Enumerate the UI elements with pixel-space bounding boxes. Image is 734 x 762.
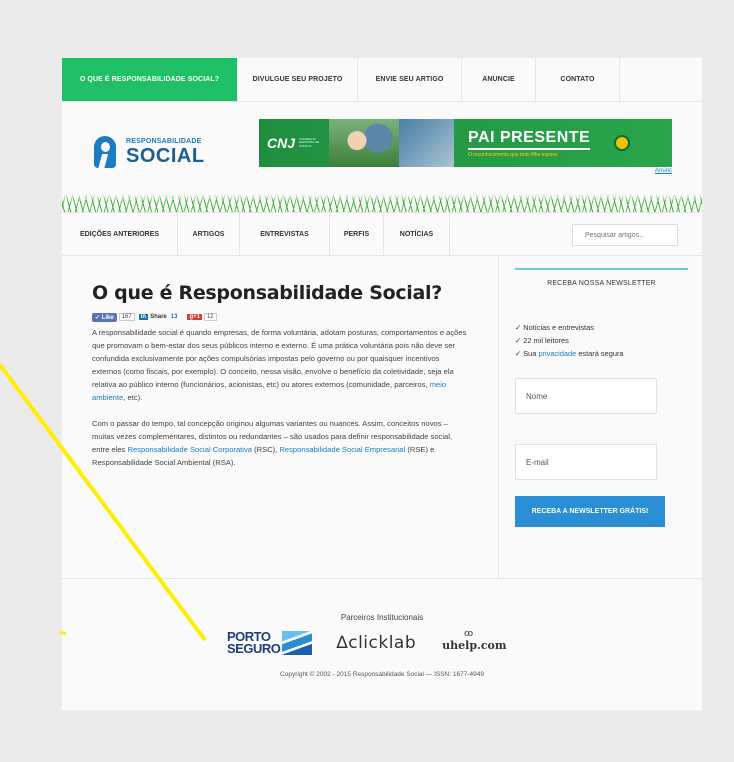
- logo-r-icon: [92, 132, 120, 172]
- like-count: 167: [118, 313, 135, 321]
- banner-brand: CNJ: [267, 135, 296, 151]
- facebook-like-button[interactable]: ✓ Like: [92, 312, 117, 322]
- uhelp-eyes-icon: ꝏ: [464, 628, 474, 639]
- benefit-item: ✓ Notícias e entrevistas: [515, 323, 594, 332]
- banner-photo: [329, 119, 400, 167]
- email-field[interactable]: E-mail: [515, 444, 657, 480]
- subnav-item-perfis[interactable]: PERFIS: [330, 213, 384, 255]
- subnav-item-entrevistas[interactable]: ENTREVISTAS: [240, 213, 330, 255]
- social-buttons: ✓ Like 167 in Share 13 g+1 12: [92, 312, 468, 322]
- partner-logos: PORTO SEGURO ∆clicklab ꝏ uhelp.com: [227, 629, 507, 655]
- article: O que é Responsabilidade Social? ✓ Like …: [62, 256, 499, 578]
- nav-item-anuncie[interactable]: ANUNCIE: [462, 58, 536, 101]
- newsletter-box: RECEBA NOSSA NEWSLETTER ✓ Notícias e ent…: [515, 268, 688, 527]
- sidebar: RECEBA NOSSA NEWSLETTER ✓ Notícias e ent…: [499, 256, 702, 578]
- nav-item-contato[interactable]: CONTATO: [536, 58, 620, 101]
- copyright: Copyright © 2002 - 2015 Responsabilidade…: [280, 671, 484, 678]
- content-area: O que é Responsabilidade Social? ✓ Like …: [62, 256, 702, 578]
- nav-item-envie[interactable]: ENVIE SEU ARTIGO: [358, 58, 462, 101]
- top-navigation: O QUE É RESPONSABILIDADE SOCIAL? DIVULGU…: [62, 58, 702, 102]
- site-logo[interactable]: RESPONSABILIDADE SOCIAL: [92, 132, 205, 172]
- ad-banner[interactable]: CNJ CONSELHO NACIONAL DE JUSTIÇA PAI PRE…: [259, 119, 672, 167]
- banner-title: PAI PRESENTE: [468, 129, 591, 150]
- uhelp-logo[interactable]: ꝏ uhelp.com: [442, 629, 506, 652]
- rse-link[interactable]: Responsabilidade Social Empresarial: [279, 445, 405, 454]
- partners-title: Parceiros Institucionais: [340, 613, 424, 622]
- brazil-seal-icon: [614, 135, 631, 151]
- name-field[interactable]: Nome: [515, 378, 657, 414]
- privacy-link[interactable]: privacidade: [538, 349, 576, 358]
- banner-subtitle: O reconhecimento que todo filho espera.: [468, 151, 559, 158]
- benefit-item-privacy: ✓ Sua privacidade estará segura: [515, 349, 624, 358]
- logo-line2: SOCIAL: [126, 145, 205, 167]
- article-paragraph-1: A responsabilidade social é quando empre…: [92, 328, 467, 402]
- nav-item-what-is[interactable]: O QUE É RESPONSABILIDADE SOCIAL?: [62, 58, 238, 101]
- article-paragraph-2: Com o passar do tempo, tal concepção ori…: [92, 419, 453, 467]
- linkedin-icon[interactable]: in: [138, 314, 149, 320]
- footer: Parceiros Institucionais PORTO SEGURO ∆cl…: [62, 578, 702, 708]
- newsletter-benefits: ✓ Notícias e entrevistas ✓ 22 mil leitor…: [515, 321, 688, 360]
- article-title: O que é Responsabilidade Social?: [92, 282, 442, 304]
- sub-navigation: EDIÇÕES ANTERIORES ARTIGOS ENTREVISTAS P…: [62, 212, 702, 256]
- porto-seguro-logo[interactable]: PORTO SEGURO: [227, 630, 313, 655]
- subnav-item-edicoes[interactable]: EDIÇÕES ANTERIORES: [62, 213, 178, 255]
- subnav-item-artigos[interactable]: ARTIGOS: [178, 213, 240, 255]
- logo-line1: RESPONSABILIDADE: [126, 138, 202, 145]
- benefit-item: ✓ 22 mil leitores: [515, 336, 569, 345]
- grass-decoration: [62, 194, 702, 212]
- banner-photo-2: [399, 119, 455, 167]
- clicklab-logo[interactable]: ∆clicklab: [336, 633, 416, 653]
- newsletter-title: RECEBA NOSSA NEWSLETTER: [547, 280, 656, 287]
- site-header: RESPONSABILIDADE SOCIAL CNJ CONSELHO NAC…: [62, 102, 702, 212]
- linkedin-share-button[interactable]: Share: [150, 314, 167, 320]
- banner-brand-sub: CONSELHO NACIONAL DE JUSTIÇA: [299, 136, 320, 148]
- subnav-item-noticias[interactable]: NOTÍCIAS: [384, 213, 450, 255]
- gplus-count: 12: [203, 313, 217, 321]
- ad-link[interactable]: Anúnc: [655, 168, 672, 174]
- newsletter-submit-button[interactable]: RECEBA A NEWSLETTER GRÁTIS!: [515, 496, 665, 527]
- porto-flag-icon: [282, 631, 313, 655]
- nav-item-divulgue[interactable]: DIVULGUE SEU PROJETO: [238, 58, 358, 101]
- page-container: O QUE É RESPONSABILIDADE SOCIAL? DIVULGU…: [62, 58, 702, 710]
- rsc-link[interactable]: Responsabilidade Social Corporativa: [127, 445, 252, 454]
- share-count: 13: [170, 314, 178, 320]
- google-plus-button[interactable]: g+1: [187, 314, 202, 320]
- search-input[interactable]: [572, 224, 678, 246]
